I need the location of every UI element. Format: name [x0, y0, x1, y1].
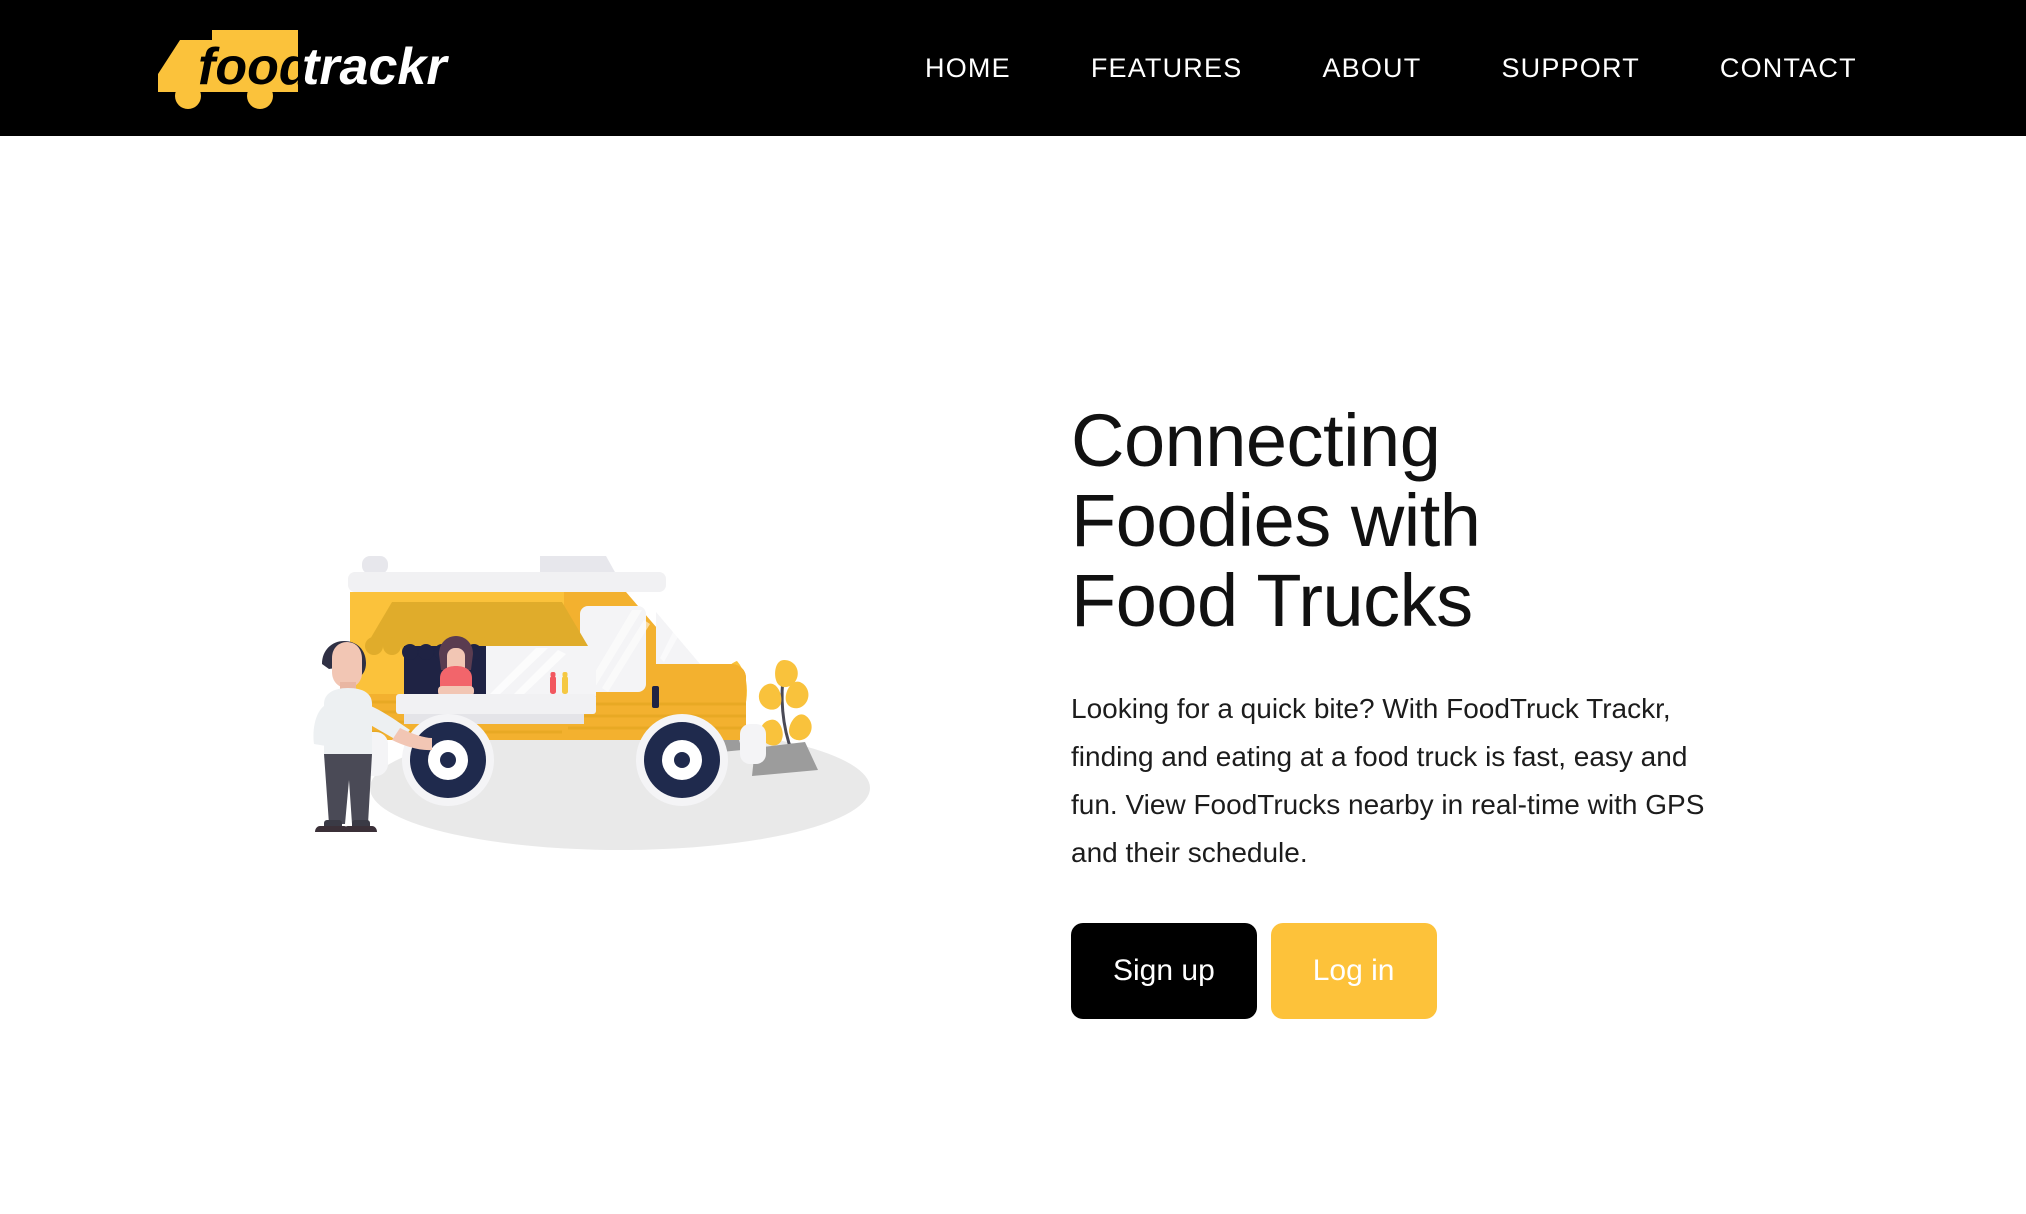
hero-subtitle: Looking for a quick bite? With FoodTruck… — [1071, 693, 1705, 868]
sign-up-button[interactable]: Sign up — [1071, 923, 1257, 1019]
landing-page: food trackr HOME FEATURES ABOUT SUPPORT … — [0, 0, 2026, 1214]
nav-item-support[interactable]: SUPPORT — [1501, 53, 1639, 84]
site-header: food trackr HOME FEATURES ABOUT SUPPORT … — [0, 0, 2026, 136]
front-light — [740, 724, 766, 764]
logo-text-trackr: trackr — [302, 38, 449, 96]
log-in-button[interactable]: Log in — [1270, 923, 1437, 1019]
door-handle — [652, 686, 659, 708]
food-truck-illustration — [313, 556, 870, 850]
roof-vent-small — [362, 556, 388, 574]
page-title: Connecting Foodies with Food Trucks — [1071, 399, 1481, 642]
foodtrackr-logo[interactable]: food trackr — [150, 22, 480, 114]
hero-illustration — [300, 536, 940, 856]
main-navigation: HOME FEATURES ABOUT SUPPORT CONTACT — [925, 0, 1857, 136]
nav-item-home[interactable]: HOME — [925, 53, 1011, 84]
truck-wheel-front — [636, 714, 728, 806]
hero-copy: Connecting Foodies with Food Trucks Look… — [1071, 401, 1771, 1019]
nav-item-contact[interactable]: CONTACT — [1720, 53, 1857, 84]
truck-wheel-rear — [402, 714, 494, 806]
logo-text-food: food — [198, 38, 312, 96]
vendor-person — [438, 636, 474, 696]
roof-ac-unit — [540, 556, 616, 574]
nav-item-about[interactable]: ABOUT — [1322, 53, 1421, 84]
hero-button-row: Sign up Log in — [1071, 923, 1771, 1019]
truck-roof — [348, 572, 666, 592]
serving-counter — [396, 694, 596, 714]
hero-section: Connecting Foodies with Food Trucks Look… — [0, 136, 2026, 1214]
nav-item-features[interactable]: FEATURES — [1091, 53, 1243, 84]
